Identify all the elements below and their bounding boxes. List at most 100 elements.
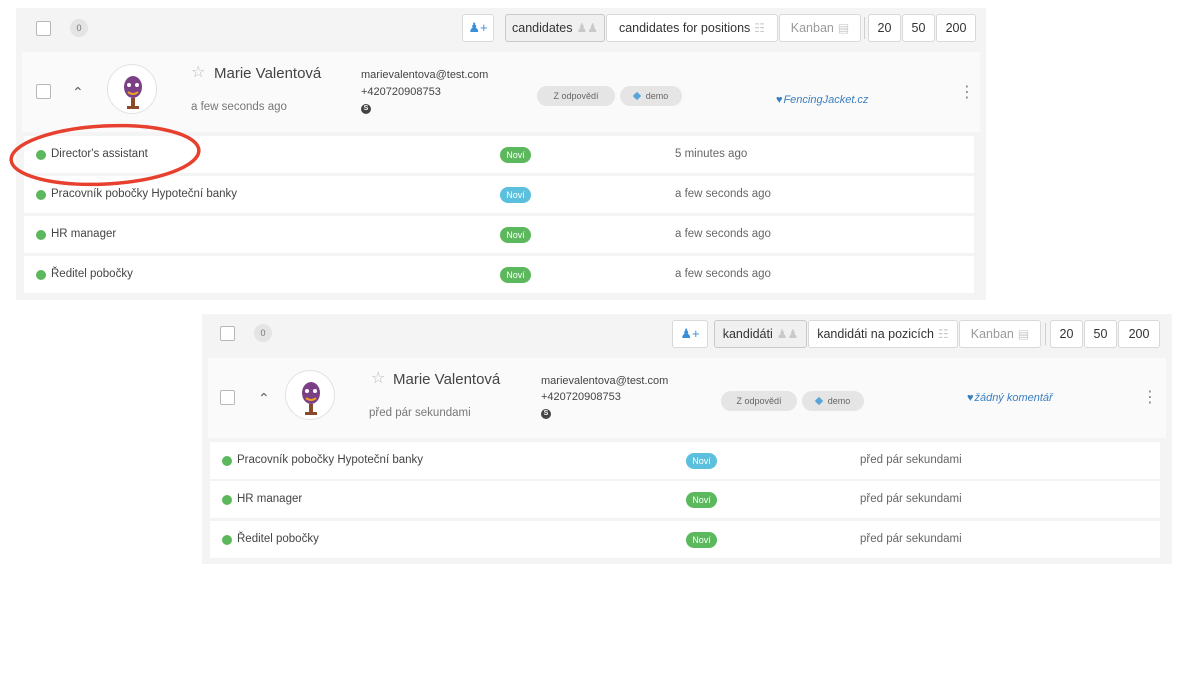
tag-pill[interactable]: demo <box>802 391 864 411</box>
tab-label: kandidáti <box>722 327 773 341</box>
grid-icon: ☷ <box>754 21 766 35</box>
select-all-checkbox[interactable] <box>220 326 235 341</box>
tab-label: candidates <box>512 21 573 35</box>
position-time: před pár sekundami <box>860 493 962 505</box>
status-dot <box>36 230 46 240</box>
add-candidate-button[interactable]: ♟+ <box>672 320 708 348</box>
toolbar-divider <box>1045 323 1046 345</box>
position-row[interactable]: HR manager Noví a few seconds ago <box>24 216 974 253</box>
position-title[interactable]: HR manager <box>51 228 116 240</box>
avatar[interactable] <box>285 370 335 420</box>
candidate-card: ⌃ ☆ Marie Valentová před pár sekundami m… <box>208 358 1166 438</box>
candidate-checkbox[interactable] <box>220 390 235 405</box>
candidate-phone[interactable]: +420720908753 <box>541 391 621 404</box>
candidate-email[interactable]: marievalentova@test.com <box>361 69 488 82</box>
position-title[interactable]: Pracovník pobočky Hypoteční banky <box>237 454 423 466</box>
add-candidate-button[interactable]: ♟+ <box>462 14 494 42</box>
kanban-icon: ▤ <box>837 21 850 35</box>
comment-text: žádný komentář <box>974 392 1053 404</box>
tag-label: demo <box>645 91 669 101</box>
tab-kanban[interactable]: Kanban ▤ <box>959 320 1041 348</box>
toolbar-divider <box>864 17 865 39</box>
position-time: a few seconds ago <box>675 228 771 240</box>
stage-badge[interactable]: Noví <box>500 267 531 283</box>
status-dot <box>36 190 46 200</box>
candidate-card: ⌃ ☆ Marie Valentová a few seconds ago ma… <box>22 52 980 132</box>
position-time: a few seconds ago <box>675 188 771 200</box>
tab-label: candidates for positions <box>618 21 751 35</box>
tag-icon <box>814 396 823 406</box>
status-dot <box>222 495 232 505</box>
candidate-name[interactable]: Marie Valentová <box>393 371 500 388</box>
tag-pill[interactable]: demo <box>620 86 682 106</box>
page-size-200-button[interactable]: 200 <box>936 14 976 42</box>
tag-icon <box>632 91 641 101</box>
candidate-list-panel-cs: 0 ♟+ kandidáti ♟♟ kandidáti na pozicích ☷ … <box>202 314 1172 564</box>
stage-badge[interactable]: Noví <box>500 227 531 243</box>
add-user-icon: ♟+ <box>468 20 488 35</box>
tab-candidates[interactable]: candidates ♟♟ <box>505 14 605 42</box>
candidate-phone[interactable]: +420720908753 <box>361 86 441 99</box>
tab-label: Kanban <box>970 327 1014 341</box>
page-size-20-button[interactable]: 20 <box>868 14 901 42</box>
more-options-icon[interactable]: ⋮ <box>1142 390 1158 406</box>
avatar[interactable] <box>107 64 157 114</box>
page-size-50-button[interactable]: 50 <box>1084 320 1117 348</box>
candidate-name[interactable]: Marie Valentová <box>214 65 321 82</box>
select-all-checkbox[interactable] <box>36 21 51 36</box>
tab-candidates-for-positions[interactable]: candidates for positions ☷ <box>606 14 778 42</box>
status-dot <box>36 270 46 280</box>
position-title[interactable]: Pracovník pobočky Hypoteční banky <box>51 188 237 200</box>
candidate-email[interactable]: marievalentova@test.com <box>541 375 668 388</box>
toolbar: 0 ♟+ kandidáti ♟♟ kandidáti na pozicích ☷ … <box>202 314 1172 354</box>
stage-badge[interactable]: Noví <box>686 492 717 508</box>
comment-icon: ♥ <box>776 94 783 106</box>
candidate-added-time: a few seconds ago <box>191 101 287 113</box>
source-pill[interactable]: Z odpovědí <box>537 86 615 106</box>
page-size-50-button[interactable]: 50 <box>902 14 935 42</box>
position-title[interactable]: Ředitel pobočky <box>51 268 133 280</box>
stage-badge[interactable]: Noví <box>686 532 717 548</box>
source-pill[interactable]: Z odpovědí <box>721 391 797 411</box>
candidate-checkbox[interactable] <box>36 84 51 99</box>
more-options-icon[interactable]: ⋮ <box>959 85 975 101</box>
position-time: před pár sekundami <box>860 454 962 466</box>
stage-badge[interactable]: Noví <box>500 147 531 163</box>
page-size-20-button[interactable]: 20 <box>1050 320 1083 348</box>
tab-kanban[interactable]: Kanban ▤ <box>779 14 861 42</box>
chevron-up-icon[interactable]: ⌃ <box>258 391 270 405</box>
chevron-up-icon[interactable]: ⌃ <box>72 85 84 99</box>
comment-link[interactable]: ♥ žádný komentář <box>967 392 1053 404</box>
people-icon: ♟♟ <box>576 21 598 35</box>
stage-badge[interactable]: Noví <box>500 187 531 203</box>
candidate-added-time: před pár sekundami <box>369 407 471 419</box>
position-row[interactable]: Ředitel pobočky Noví a few seconds ago <box>24 256 974 293</box>
tag-label: demo <box>827 396 851 406</box>
position-title[interactable]: HR manager <box>237 493 302 505</box>
star-icon[interactable]: ☆ <box>191 65 205 81</box>
people-icon: ♟♟ <box>776 327 799 341</box>
highlight-ellipse <box>9 123 201 187</box>
kanban-icon: ▤ <box>1017 327 1030 341</box>
comment-icon: ♥ <box>967 392 974 404</box>
position-row[interactable]: HR manager Noví před pár sekundami <box>210 481 1160 518</box>
skype-icon[interactable]: S <box>541 406 551 419</box>
position-time: 5 minutes ago <box>675 148 748 160</box>
comment-link[interactable]: ♥ FencingJacket.cz <box>776 94 868 106</box>
selected-count-badge: 0 <box>254 324 272 342</box>
star-icon[interactable]: ☆ <box>371 371 385 387</box>
comment-text: FencingJacket.cz <box>783 94 869 106</box>
stage-badge[interactable]: Noví <box>686 453 717 469</box>
position-row[interactable]: Ředitel pobočky Noví před pár sekundami <box>210 521 1160 558</box>
skype-icon[interactable]: S <box>361 101 371 114</box>
position-title[interactable]: Ředitel pobočky <box>237 533 319 545</box>
tab-candidates-for-positions[interactable]: kandidáti na pozicích ☷ <box>808 320 958 348</box>
page-size-200-button[interactable]: 200 <box>1118 320 1160 348</box>
grid-icon: ☷ <box>937 327 949 341</box>
status-dot <box>222 456 232 466</box>
position-row[interactable]: Pracovník pobočky Hypoteční banky Noví p… <box>210 442 1160 479</box>
tab-candidates[interactable]: kandidáti ♟♟ <box>714 320 807 348</box>
toolbar: 0 ♟+ candidates ♟♟ candidates for positio… <box>16 8 986 48</box>
add-user-icon: ♟+ <box>680 326 700 341</box>
tab-label: Kanban <box>790 21 834 35</box>
